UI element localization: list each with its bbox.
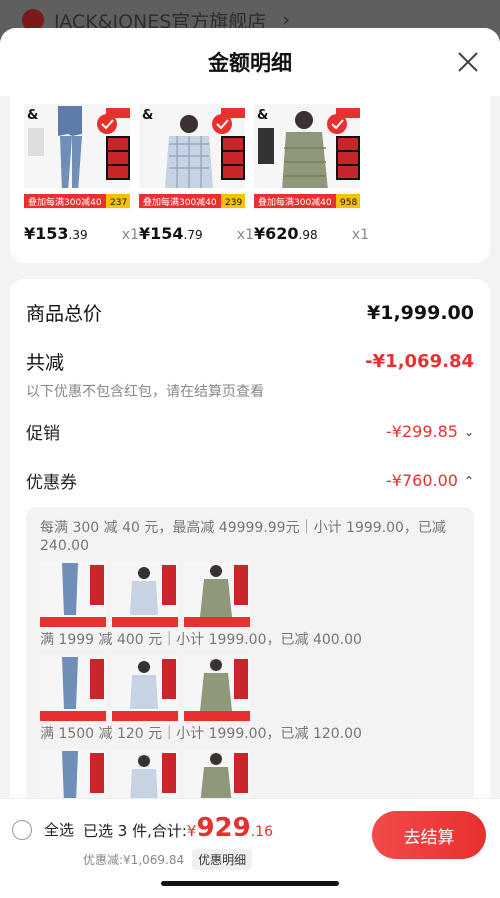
mini-image-jeans <box>40 749 106 798</box>
coupon-rule: 满 1500 减 120 元｜小计 1999.00，已减 120.00 <box>40 726 362 742</box>
product-qty: x1 <box>351 227 369 243</box>
badge-price: 239 <box>225 198 242 208</box>
mini-image-plaid-shirt <box>112 561 178 627</box>
product-item[interactable]: & 叠加每满300减40 239 ¥154.79 x1 <box>139 104 254 243</box>
coupon-row[interactable]: 优惠券 -¥760.00 ⌃ <box>26 468 474 493</box>
product-price: ¥154.79 <box>139 224 203 243</box>
total-integer: 929 <box>196 813 251 843</box>
svg-text:&: & <box>27 108 38 123</box>
mini-image-down-jacket <box>184 749 250 798</box>
product-list-card: & 叠加每满300减40 237 ¥153.39 x1 & 叠加每满300减40… <box>10 96 490 263</box>
promo-text: 叠加每满300减40 <box>28 196 102 208</box>
promo-label: 促销 <box>26 424 60 444</box>
coupon-products <box>40 749 460 798</box>
product-item[interactable]: & 叠加每满300减40 958 ¥620.98 x1 <box>254 104 369 243</box>
total-currency: ¥ <box>186 822 197 840</box>
badge-price: 958 <box>340 198 357 208</box>
discount-text: 优惠减:¥1,069.84 <box>83 853 185 867</box>
total-price-value: ¥1,999.00 <box>367 301 474 324</box>
home-indicator <box>161 881 339 886</box>
promo-text: 叠加每满300减40 <box>258 196 332 208</box>
mini-image-down-jacket <box>184 561 250 627</box>
chevron-up-icon: ⌃ <box>463 473 474 488</box>
product-image-jeans: & 叠加每满300减40 237 <box>24 104 130 210</box>
svg-text:&: & <box>257 108 268 123</box>
product-qty: x1 <box>121 227 139 243</box>
mini-image-plaid-shirt <box>112 749 178 798</box>
total-price-label: 商品总价 <box>26 303 103 325</box>
mini-image-plaid-shirt <box>112 655 178 721</box>
checkout-button[interactable]: 去结算 <box>372 811 486 859</box>
reduce-note: 以下优惠不包含红包，请在结算页查看 <box>26 384 264 400</box>
sheet-content[interactable]: & 叠加每满300减40 237 ¥153.39 x1 & 叠加每满300减40… <box>0 96 500 798</box>
mini-image-jeans <box>40 655 106 721</box>
chevron-down-icon: ⌄ <box>463 424 474 439</box>
product-image-down-jacket: & 叠加每满300减40 958 <box>254 104 360 210</box>
coupon-label: 优惠券 <box>26 473 77 493</box>
svg-text:&: & <box>142 108 153 123</box>
sheet-header: 金额明细 <box>0 28 500 96</box>
sheet-title: 金额明细 <box>208 51 292 75</box>
total-decimal: .16 <box>250 824 273 840</box>
selected-count-label: 已选 3 件,合计: <box>83 822 187 840</box>
reduce-label: 共减 <box>26 352 65 374</box>
product-image-plaid-shirt: & 叠加每满300减40 239 <box>139 104 245 210</box>
coupon-products <box>40 561 460 627</box>
amount-detail-sheet: 金额明细 & 叠加每满300减40 237 ¥153.39 x1 & 叠加每满3… <box>0 28 500 898</box>
radio-icon[interactable] <box>12 819 32 840</box>
select-all-toggle[interactable]: 全选 <box>12 819 74 840</box>
price-summary-card: 商品总价 ¥1,999.00 共减 -¥1,069.84 以下优惠不包含红包，请… <box>10 279 490 798</box>
discount-line: 优惠减:¥1,069.84 优惠明细 <box>83 849 253 870</box>
checkout-bar: 全选 已选 3 件,合计: ¥ 929 .16 优惠减:¥1,069.84 优惠… <box>0 798 500 898</box>
mini-image-down-jacket <box>184 655 250 721</box>
product-price: ¥153.39 <box>24 224 88 243</box>
product-item[interactable]: & 叠加每满300减40 237 ¥153.39 x1 <box>24 104 139 243</box>
coupon-products <box>40 655 460 721</box>
promo-text: 叠加每满300减40 <box>143 196 217 208</box>
promo-value: -¥299.85 <box>386 422 458 441</box>
select-all-label: 全选 <box>44 821 75 839</box>
coupon-rule: 满 1999 减 400 元｜小计 1999.00，已减 400.00 <box>40 632 362 648</box>
coupon-detail-box: 每满 300 减 40 元，最高减 49999.99元｜小计 1999.00，已… <box>26 507 474 798</box>
promo-row[interactable]: 促销 -¥299.85 ⌄ <box>26 419 474 444</box>
coupon-rule: 每满 300 减 40 元，最高减 49999.99元｜小计 1999.00，已… <box>40 520 446 554</box>
total-amount: 已选 3 件,合计: ¥ 929 .16 <box>83 813 273 843</box>
mini-image-jeans <box>40 561 106 627</box>
badge-price: 237 <box>110 198 127 208</box>
reduce-value: -¥1,069.84 <box>365 351 474 372</box>
product-price: ¥620.98 <box>254 224 318 243</box>
close-icon[interactable] <box>456 50 480 74</box>
discount-detail-button[interactable]: 优惠明细 <box>192 849 253 870</box>
coupon-value: -¥760.00 <box>386 471 458 490</box>
product-qty: x1 <box>236 227 254 243</box>
